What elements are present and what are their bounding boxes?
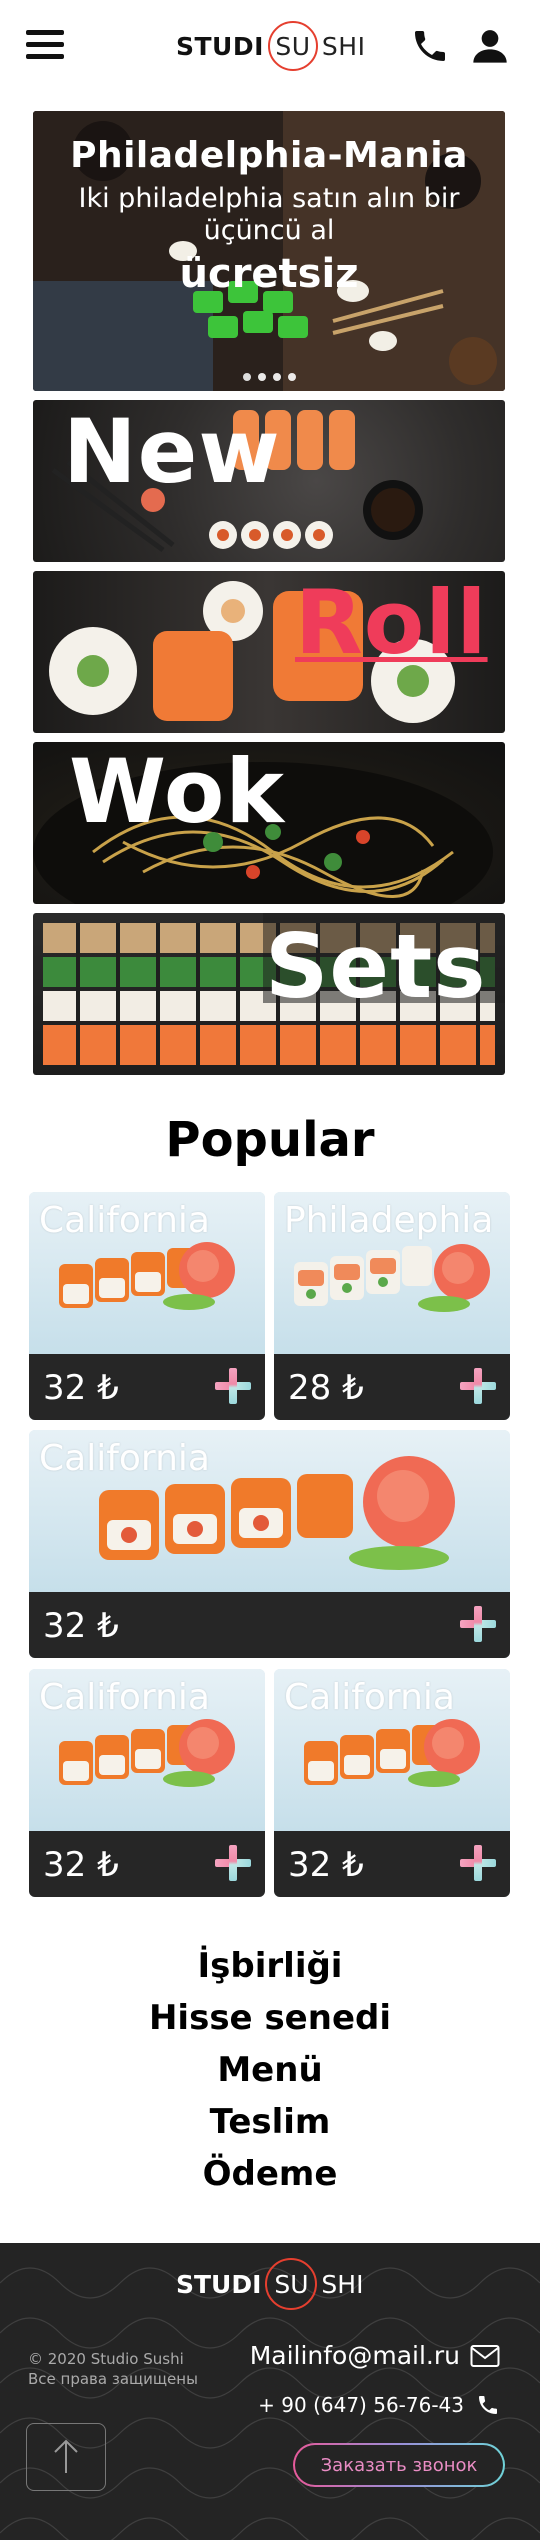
- add-to-cart-plus-icon[interactable]: [460, 1368, 496, 1404]
- add-to-cart-plus-icon[interactable]: [215, 1845, 251, 1881]
- footer-link-stock[interactable]: Hisse senedi: [0, 1992, 540, 2044]
- request-call-button[interactable]: Заказать звонок: [293, 2443, 505, 2487]
- product-price-bar: 32 ₺: [29, 1592, 510, 1658]
- category-banner-new[interactable]: New: [33, 400, 505, 562]
- product-price: 28 ₺: [288, 1368, 364, 1408]
- copyright: © 2020 Studio Sushi Все права защищены: [28, 2349, 198, 2389]
- hamburger-menu-icon[interactable]: [26, 28, 66, 62]
- copyright-line-2: Все права защищены: [28, 2370, 198, 2388]
- product-card[interactable]: California 32 ₺: [274, 1669, 510, 1897]
- product-card[interactable]: California 32 ₺: [29, 1430, 510, 1658]
- product-price-bar: 28 ₺: [274, 1354, 510, 1420]
- category-banner-wok[interactable]: Wok: [33, 742, 505, 904]
- product-price: 32 ₺: [43, 1368, 119, 1408]
- footer: STUDI SU SHI © 2020 Studio Sushi Все пра…: [0, 2243, 540, 2540]
- product-name: Philadephia: [284, 1200, 494, 1241]
- add-to-cart-plus-icon[interactable]: [460, 1606, 496, 1642]
- product-card[interactable]: California 32 ₺: [29, 1669, 265, 1897]
- category-title-new: New: [63, 400, 281, 503]
- product-price: 32 ₺: [288, 1845, 364, 1885]
- product-name: California: [39, 1200, 210, 1241]
- logo-part-3: SHI: [321, 31, 366, 61]
- user-icon[interactable]: [468, 24, 512, 68]
- promo-banner[interactable]: Philadelphia-Mania Iki philadelphia satı…: [33, 111, 505, 391]
- carousel-dots: [243, 373, 296, 381]
- category-title-wok: Wok: [69, 742, 285, 843]
- email-text: Mailinfo@mail.ru: [249, 2341, 460, 2370]
- arrow-up-icon: [54, 2439, 78, 2473]
- mail-icon: [470, 2344, 500, 2367]
- add-to-cart-plus-icon[interactable]: [215, 1368, 251, 1404]
- carousel-dot[interactable]: [273, 373, 281, 381]
- footer-link-cooperation[interactable]: İşbirliği: [0, 1940, 540, 1992]
- logo[interactable]: STUDI SU SHI: [176, 21, 366, 71]
- category-title-roll: Roll: [295, 571, 488, 674]
- copyright-line-1: © 2020 Studio Sushi: [28, 2350, 184, 2368]
- category-title-sets: Sets: [265, 915, 487, 1018]
- logo-part-1: STUDI: [176, 31, 264, 61]
- product-price: 32 ₺: [43, 1845, 119, 1885]
- product-price-bar: 32 ₺: [274, 1831, 510, 1897]
- phone-icon: [479, 2396, 497, 2414]
- product-card[interactable]: Philadephia 28 ₺: [274, 1192, 510, 1420]
- scroll-to-top-button[interactable]: [26, 2423, 106, 2491]
- email-link[interactable]: Mailinfo@mail.ru: [250, 2341, 500, 2370]
- popular-title: Popular: [165, 1112, 375, 1168]
- header: STUDI SU SHI: [0, 0, 540, 92]
- promo-subtitle: Iki philadelphia satın alın bir üçüncü a…: [78, 183, 460, 246]
- promo-title: Philadelphia-Mania: [70, 135, 468, 176]
- promo-free: ücretsiz: [179, 251, 359, 297]
- logo-ring: SU: [267, 21, 318, 71]
- carousel-dot[interactable]: [288, 373, 296, 381]
- category-banner-sets[interactable]: Sets: [33, 913, 505, 1075]
- product-name: California: [39, 1438, 210, 1479]
- footer-link-payment[interactable]: Ödeme: [0, 2148, 540, 2200]
- carousel-dot[interactable]: [258, 373, 266, 381]
- carousel-dot[interactable]: [243, 373, 251, 381]
- product-price-bar: 32 ₺: [29, 1354, 265, 1420]
- phone-text: + 90 (647) 56-76-43: [258, 2393, 464, 2417]
- add-to-cart-plus-icon[interactable]: [460, 1845, 496, 1881]
- category-banner-roll[interactable]: Roll: [33, 571, 505, 733]
- phone-link[interactable]: + 90 (647) 56-76-43: [258, 2393, 500, 2417]
- phone-icon[interactable]: [408, 24, 452, 68]
- product-card[interactable]: California 32 ₺: [29, 1192, 265, 1420]
- footer-logo[interactable]: STUDI SU SHI: [176, 2257, 363, 2311]
- footer-nav: İşbirliği Hisse senedi Menü Teslim Ödeme: [0, 1940, 540, 2200]
- logo-part-3: SHI: [321, 2269, 364, 2299]
- product-name: California: [39, 1677, 210, 1718]
- product-price: 32 ₺: [43, 1606, 119, 1646]
- footer-link-delivery[interactable]: Teslim: [0, 2096, 540, 2148]
- logo-part-1: STUDI: [176, 2269, 262, 2299]
- product-name: California: [284, 1677, 455, 1718]
- logo-ring: SU: [265, 2258, 318, 2310]
- product-price-bar: 32 ₺: [29, 1831, 265, 1897]
- footer-link-menu[interactable]: Menü: [0, 2044, 540, 2096]
